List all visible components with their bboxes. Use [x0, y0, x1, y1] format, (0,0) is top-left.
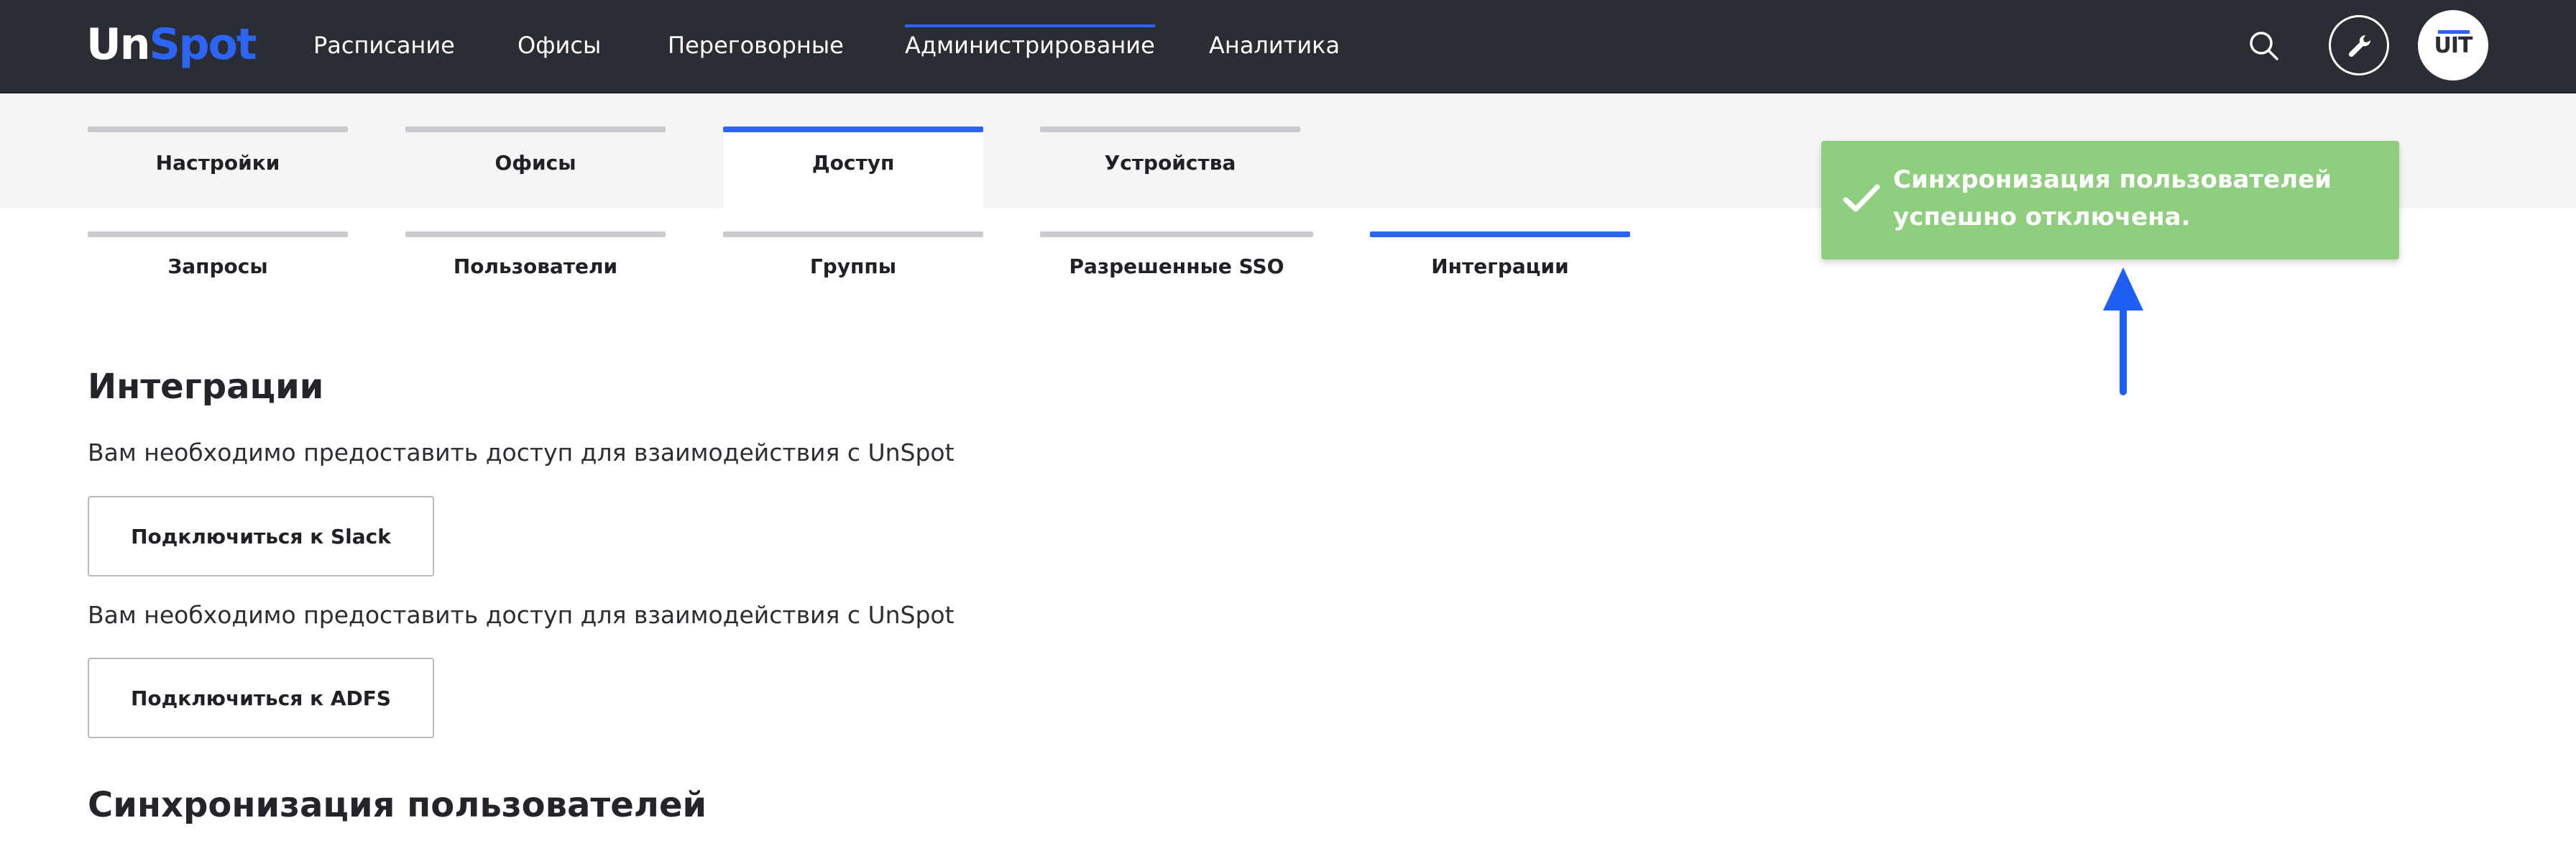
tab-label: Устройства [1104, 151, 1236, 175]
connect-adfs-button[interactable]: Подключиться к ADFS [88, 658, 434, 738]
nav-item-schedule[interactable]: Расписание [313, 27, 455, 63]
slack-access-info: Вам необходимо предоставить доступ для в… [88, 438, 954, 467]
tools-button[interactable] [2329, 15, 2389, 75]
subtab-users[interactable]: Пользователи [405, 231, 666, 278]
nav-item-offices[interactable]: Офисы [518, 27, 601, 63]
subtab-groups[interactable]: Группы [723, 231, 983, 278]
tab-offices[interactable]: Офисы [405, 127, 666, 208]
tab-label: Доступ [811, 151, 895, 175]
user-avatar[interactable]: UIT [2418, 10, 2488, 81]
tab-label: Запросы [167, 254, 268, 278]
toast-message: Синхронизация пользователей успешно откл… [1893, 165, 2332, 231]
tab-indicator [723, 127, 983, 132]
subtab-requests[interactable]: Запросы [88, 231, 348, 278]
tab-label: Разрешенные SSO [1069, 254, 1284, 278]
unspot-logo[interactable]: UnSpot [86, 16, 257, 73]
check-icon [1843, 183, 1880, 217]
tab-indicator [88, 231, 348, 237]
subtab-integrations[interactable]: Интеграции [1370, 231, 1630, 278]
arrow-up-icon [2099, 266, 2148, 401]
tab-indicator [723, 231, 983, 237]
tab-settings[interactable]: Настройки [88, 127, 348, 208]
integrations-title: Интеграции [88, 367, 324, 407]
tab-access[interactable]: Доступ [723, 127, 983, 208]
nav-item-analytics[interactable]: Аналитика [1209, 27, 1340, 63]
tab-devices[interactable]: Устройства [1040, 127, 1300, 208]
adfs-access-info: Вам необходимо предоставить доступ для в… [88, 601, 954, 629]
tab-indicator [1040, 231, 1313, 237]
avatar-initials: UIT [2434, 33, 2473, 58]
user-sync-title: Синхронизация пользователей [88, 785, 707, 825]
tab-indicator [405, 127, 666, 132]
tab-indicator [405, 231, 666, 237]
top-navbar: UnSpot Расписание Офисы Переговорные Адм… [0, 0, 2576, 93]
nav-item-meeting-rooms[interactable]: Переговорные [668, 27, 844, 63]
logo-text-spot: Spot [149, 19, 257, 70]
tab-indicator [88, 127, 348, 132]
logo-text-un: Un [86, 19, 150, 70]
tab-label: Интеграции [1431, 254, 1569, 278]
nav-item-administration[interactable]: Администрирование [905, 24, 1155, 63]
tab-label: Настройки [155, 151, 280, 175]
tab-indicator [1040, 127, 1300, 132]
subtab-allowed-sso[interactable]: Разрешенные SSO [1040, 231, 1313, 278]
tab-indicator [1370, 231, 1630, 237]
tab-label: Пользователи [453, 254, 618, 278]
tab-label: Группы [809, 254, 897, 278]
success-toast[interactable]: Синхронизация пользователей успешно откл… [1821, 141, 2399, 259]
search-icon[interactable] [2248, 30, 2280, 62]
tab-label: Офисы [494, 151, 576, 175]
connect-slack-button[interactable]: Подключиться к Slack [88, 496, 434, 576]
